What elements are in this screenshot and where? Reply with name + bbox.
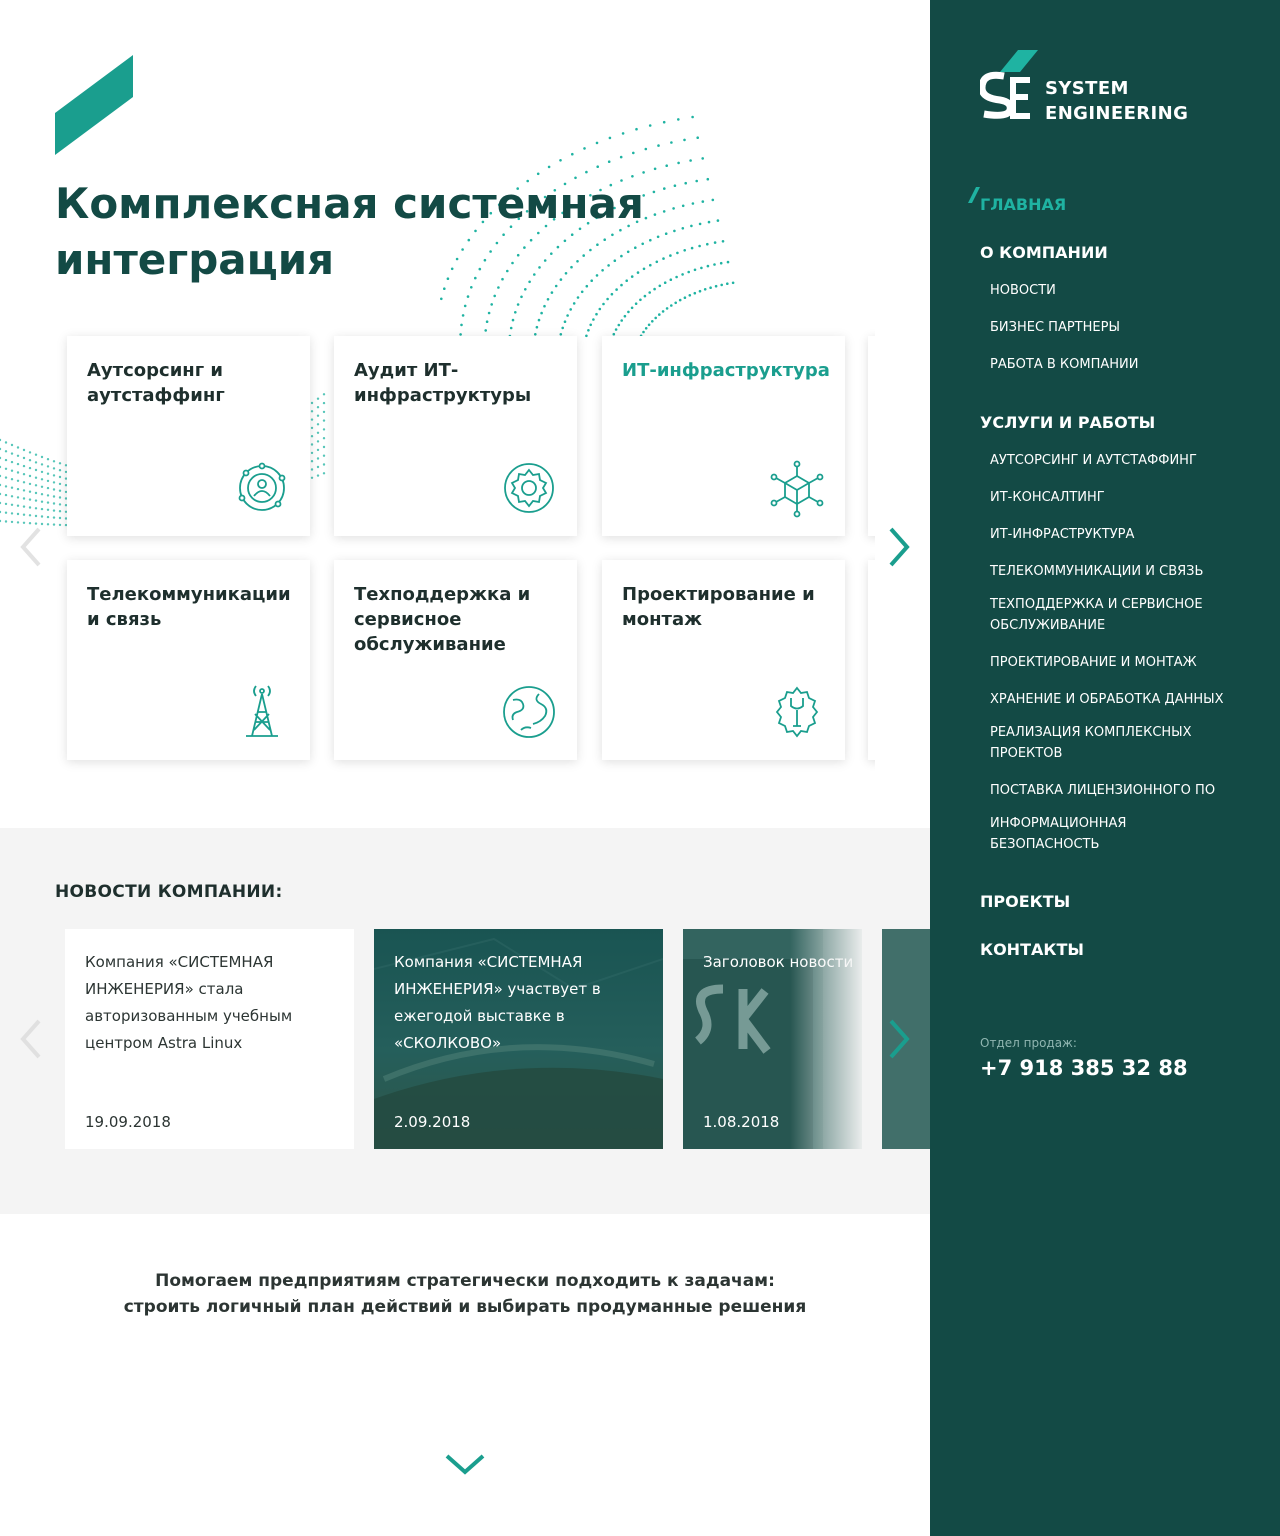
nav-item-home[interactable]: ГЛАВНАЯ — [968, 187, 1067, 214]
logo[interactable]: SYSTEM ENGINEERING — [980, 50, 1200, 125]
brand-accent-shape — [55, 55, 133, 155]
nav-subitem-careers[interactable]: РАБОТА В КОМПАНИИ — [990, 354, 1265, 375]
sales-phone-link[interactable]: +7 918 385 32 88 — [980, 1056, 1188, 1080]
nav-subitem-telecom[interactable]: ТЕЛЕКОММУНИКАЦИИ И СВЯЗЬ — [990, 561, 1265, 582]
nav-subitem-security[interactable]: ИНФОРМАЦИОННАЯ БЕЗОПАСНОСТЬ — [990, 813, 1180, 855]
news-edge-mask — [862, 928, 882, 1150]
nav-subitem-news[interactable]: НОВОСТИ — [990, 280, 1265, 301]
tagline: Помогаем предприятиям стратегически подх… — [55, 1268, 875, 1320]
person-network-icon — [238, 462, 286, 511]
radio-tower-icon — [246, 685, 278, 737]
globe-support-icon — [503, 686, 555, 738]
nav-subitem-infrastructure[interactable]: ИТ-ИНФРАСТРУКТУРА — [990, 524, 1265, 545]
network-cube-icon — [770, 460, 824, 518]
nav-item-label: ГЛАВНАЯ — [980, 195, 1067, 214]
nav-subitem-partners[interactable]: БИЗНЕС ПАРТНЕРЫ — [990, 317, 1265, 338]
news-card[interactable]: Компания «СИСТЕМНАЯ ИНЖЕНЕРИЯ» участвует… — [374, 929, 663, 1149]
news-title: Компания «СИСТЕМНАЯ ИНЖЕНЕРИЯ» участвует… — [394, 953, 601, 1052]
service-card-title: Аутсорсинг и аутстаффинг — [87, 360, 225, 406]
news-card[interactable]: Компания «СИСТЕМНАЯ ИНЖЕНЕРИЯ» стала авт… — [65, 929, 354, 1149]
services-prev-arrow[interactable] — [15, 525, 45, 569]
service-card-partial — [868, 336, 875, 536]
brand-line: ENGINEERING — [1045, 103, 1189, 124]
news-prev-arrow[interactable] — [15, 1017, 45, 1061]
se-logo-icon — [980, 50, 1038, 119]
tagline-line: строить логичный план действий и выбират… — [123, 1297, 807, 1317]
services-next-arrow[interactable] — [885, 525, 915, 569]
service-card-partial — [868, 560, 875, 760]
service-card-title: ИТ-инфраструктура — [622, 360, 830, 381]
news-next-arrow[interactable] — [885, 1017, 915, 1061]
nav-item-services[interactable]: УСЛУГИ И РАБОТЫ — [980, 413, 1155, 432]
news-heading: НОВОСТИ КОМПАНИИ: — [55, 882, 283, 902]
news-section: НОВОСТИ КОМПАНИИ: Компания «СИСТЕМНАЯ ИН… — [0, 828, 972, 1214]
scroll-down-chevron-icon[interactable] — [445, 1450, 485, 1480]
nav-subitem-support[interactable]: ТЕХПОДДЕРЖКА И СЕРВИСНОЕ ОБСЛУЖИВАНИЕ — [990, 594, 1220, 636]
service-card-outsourcing[interactable]: Аутсорсинг и аутстаффинг — [67, 336, 310, 536]
news-date: 1.08.2018 — [703, 1113, 780, 1131]
nav-subitem-licensing[interactable]: ПОСТАВКА ЛИЦЕНЗИОННОГО ПО — [990, 780, 1265, 801]
service-card-title: Телекоммуникации и связь — [87, 584, 291, 630]
active-marker-icon — [968, 187, 980, 203]
service-card-design[interactable]: Проектирование и монтаж — [602, 560, 845, 760]
nav-item-projects[interactable]: ПРОЕКТЫ — [980, 892, 1070, 911]
nav-item-contacts[interactable]: КОНТАКТЫ — [980, 940, 1084, 959]
news-date: 2.09.2018 — [394, 1113, 471, 1131]
service-card-audit[interactable]: Аудит ИТ-инфраструктуры — [334, 336, 577, 536]
brand-line: SYSTEM — [1045, 78, 1129, 99]
services-carousel: Аутсорсинг и аутстаффинг Аудит ИТ-инфрас… — [55, 325, 875, 775]
service-card-title: Аудит ИТ-инфраструктуры — [354, 360, 532, 406]
service-card-telecom[interactable]: Телекоммуникации и связь — [67, 560, 310, 760]
news-date: 19.09.2018 — [85, 1113, 171, 1131]
page-title: Комплексная системная интеграция — [55, 179, 644, 284]
nav-subitem-complex-projects[interactable]: РЕАЛИЗАЦИЯ КОМПЛЕКСНЫХ ПРОЕКТОВ — [990, 722, 1210, 764]
service-card-support[interactable]: Техподдержка и сервисное обслуживание — [334, 560, 577, 760]
sidebar: SYSTEM ENGINEERING ГЛАВНАЯ О КОМПАНИИ НО… — [930, 0, 1280, 1536]
tagline-line: Помогаем предприятиям стратегически подх… — [155, 1271, 775, 1291]
brand-name: SYSTEM ENGINEERING — [1045, 76, 1188, 126]
news-title: Компания «СИСТЕМНАЯ ИНЖЕНЕРИЯ» стала авт… — [85, 953, 293, 1052]
wrench-gear-icon — [775, 686, 819, 738]
service-card-it-infrastructure[interactable]: ИТ-инфраструктура — [602, 336, 845, 536]
nav-subitem-consulting[interactable]: ИТ-КОНСАЛТИНГ — [990, 487, 1265, 508]
nav-subitem-design[interactable]: ПРОЕКТИРОВАНИЕ И МОНТАЖ — [990, 652, 1265, 673]
nav-item-about[interactable]: О КОМПАНИИ — [980, 243, 1108, 262]
service-card-title: Проектирование и монтаж — [622, 584, 815, 630]
sales-label: Отдел продаж: — [980, 1036, 1077, 1050]
nav-subitem-outsourcing[interactable]: АУТСОРСИНГ И АУТСТАФФИНГ — [990, 450, 1265, 471]
gear-icon — [504, 463, 554, 513]
nav-subitem-storage[interactable]: ХРАНЕНИЕ И ОБРАБОТКА ДАННЫХ — [990, 689, 1265, 710]
service-card-title: Техподдержка и сервисное обслуживание — [354, 584, 531, 655]
